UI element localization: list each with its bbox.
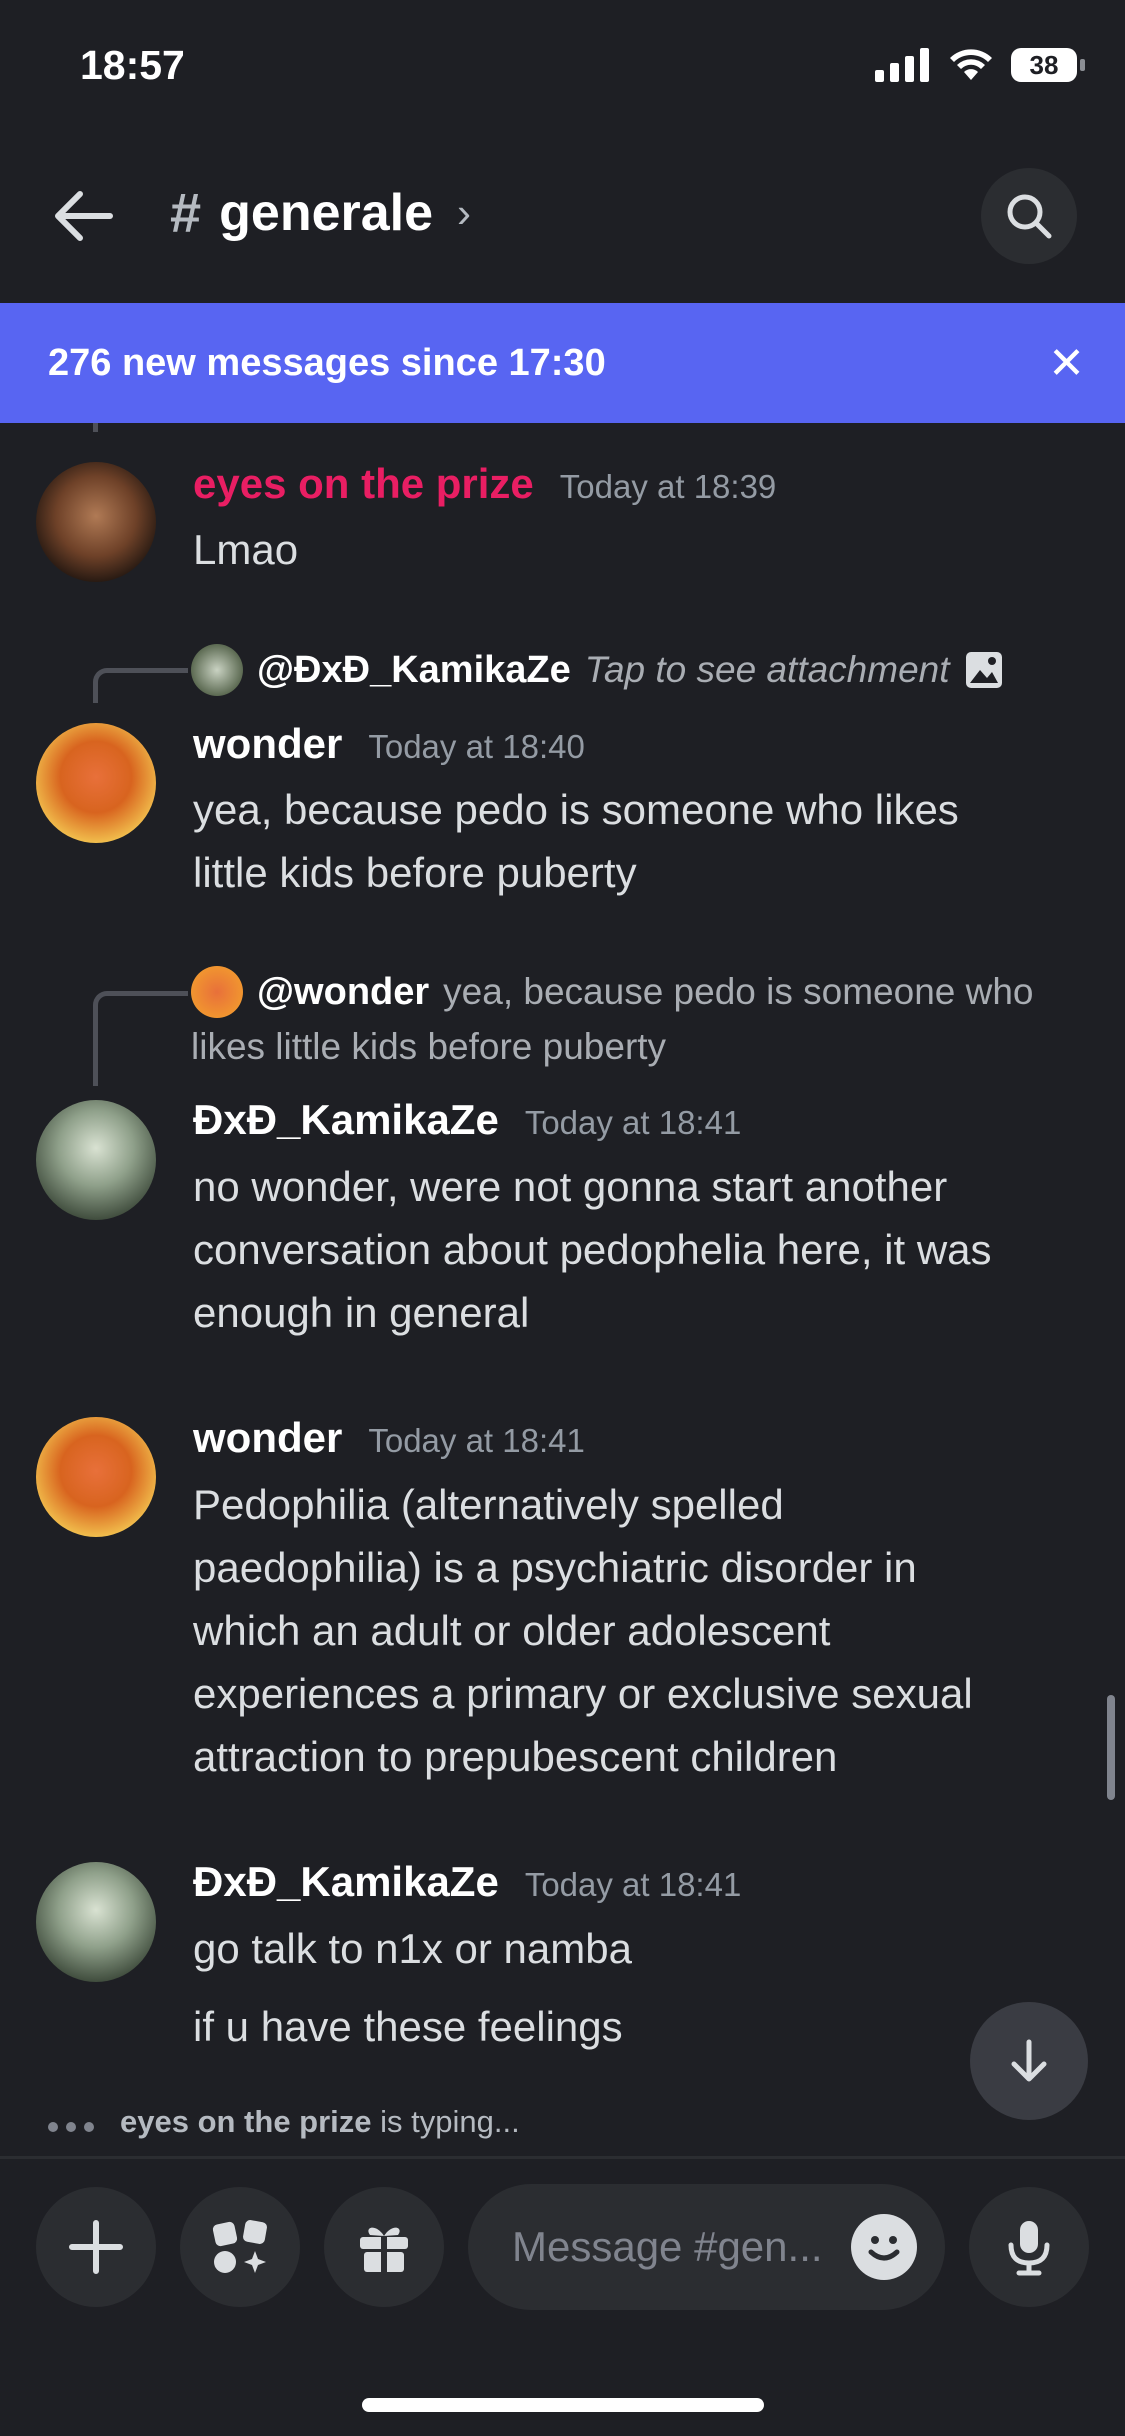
emoji-icon[interactable] [851, 2214, 917, 2280]
message-header: ĐxĐ_KamikaZe Today at 18:41 [193, 1096, 741, 1144]
search-button[interactable] [981, 168, 1077, 264]
message-placeholder: Message #gen... [512, 2223, 823, 2270]
avatar[interactable] [36, 1100, 156, 1220]
message-text: conversation about pedophelia here, it w… [193, 1226, 992, 1273]
apps-icon [212, 2220, 267, 2273]
reply-connector [93, 668, 188, 703]
message-body: Pedophilia (alternatively spelled paedop… [193, 1473, 973, 1788]
arrow-down-icon [1011, 2039, 1047, 2082]
gift-button[interactable] [324, 2187, 444, 2307]
timestamp: Today at 18:40 [368, 728, 585, 765]
author-name[interactable]: ĐxĐ_KamikaZe [193, 1096, 499, 1144]
wifi-icon [950, 49, 992, 80]
typing-suffix: is typing... [380, 2104, 520, 2139]
timestamp: Today at 18:41 [368, 1422, 585, 1459]
chevron-right-icon: › [457, 188, 472, 236]
avatar[interactable] [36, 1862, 156, 1982]
new-messages-banner[interactable]: 276 new messages since 17:30 ✕ [0, 303, 1125, 423]
author-name[interactable]: eyes on the prize [193, 460, 534, 508]
message-header: ĐxĐ_KamikaZe Today at 18:41 [193, 1858, 741, 1906]
signal-icon [875, 48, 929, 82]
channel-title[interactable]: # generale › [170, 180, 471, 245]
reply-author: @ĐxĐ_KamikaZe [257, 648, 571, 691]
message-text: Lmao [193, 526, 299, 573]
hash-rules-icon: # [170, 181, 202, 244]
author-name[interactable]: ĐxĐ_KamikaZe [193, 1858, 499, 1906]
message-header: wonder Today at 18:40 [193, 720, 585, 768]
reply-preview[interactable]: @ĐxĐ_KamikaZe Tap to see attachment [191, 644, 1004, 696]
message-body: yea, because pedo is someone who likes l… [193, 778, 959, 904]
timestamp: Today at 18:39 [559, 468, 777, 505]
typing-indicator: eyes on the prize is typing... [48, 2104, 520, 2140]
close-icon[interactable]: ✕ [1048, 338, 1085, 389]
apps-button[interactable] [180, 2187, 300, 2307]
message-header: eyes on the prize Today at 18:39 [193, 460, 776, 508]
typing-user: eyes on the prize [120, 2104, 372, 2139]
reply-connector [93, 991, 188, 1086]
message-input[interactable]: Message #gen... [468, 2184, 945, 2310]
search-icon [1007, 194, 1052, 239]
message-text: go talk to n1x or namba [193, 1925, 632, 1972]
channel-name: generale [219, 183, 434, 242]
new-messages-text: 276 new messages since 17:30 [48, 341, 606, 384]
gift-icon [360, 2227, 408, 2272]
image-icon [965, 652, 1002, 688]
plus-icon [69, 2220, 123, 2274]
avatar[interactable] [36, 462, 156, 582]
jump-to-bottom-button[interactable] [970, 2002, 1088, 2120]
reply-text-cont: likes little kids before puberty [191, 1026, 667, 1067]
message-text: which an adult or older adolescent [193, 1607, 831, 1654]
status-time: 18:57 [80, 42, 185, 88]
battery-level: 38 [1029, 49, 1059, 80]
avatar[interactable] [36, 1417, 156, 1537]
timestamp: Today at 18:41 [524, 1866, 742, 1903]
reply-text: yea, because pedo is someone who [443, 971, 1034, 1012]
avatar[interactable] [36, 723, 156, 843]
message-text: paedophilia) is a psychiatric disorder i… [193, 1544, 917, 1591]
message-text: enough in general [193, 1289, 530, 1336]
microphone-icon [1008, 2221, 1050, 2276]
reply-author: @wonder [257, 970, 430, 1013]
message-text: no wonder, were not gonna start another [193, 1163, 948, 1210]
reply-avatar [191, 966, 243, 1018]
message-text: attraction to prepubescent children [193, 1733, 838, 1780]
message-header: wonder Today at 18:41 [193, 1414, 585, 1462]
typing-dots-icon [48, 2104, 102, 2140]
author-name[interactable]: wonder [193, 720, 342, 768]
message-text: experiences a primary or exclusive sexua… [193, 1670, 973, 1717]
reply-avatar [191, 644, 243, 696]
message-text: yea, because pedo is someone who likes [193, 786, 959, 833]
message-text: little kids before puberty [193, 849, 637, 896]
voice-message-button[interactable] [969, 2187, 1089, 2307]
reply-text: Tap to see attachment [584, 649, 950, 690]
timestamp: Today at 18:41 [524, 1104, 742, 1141]
home-indicator[interactable] [362, 2398, 764, 2412]
composer-divider [0, 2156, 1125, 2159]
reply-preview[interactable]: @wonder yea, because pedo is someone who… [191, 966, 1091, 1068]
author-name[interactable]: wonder [193, 1414, 342, 1462]
message-text: if u have these feelings [193, 2003, 623, 2050]
scrollbar[interactable] [1107, 1695, 1115, 1800]
message-body: no wonder, were not gonna start another … [193, 1155, 992, 1344]
battery-icon: 38 [1011, 48, 1085, 82]
back-arrow-icon[interactable] [50, 182, 118, 250]
status-icons: 38 [875, 48, 1085, 82]
message-text: Pedophilia (alternatively spelled [193, 1481, 784, 1528]
add-attachment-button[interactable] [36, 2187, 156, 2307]
